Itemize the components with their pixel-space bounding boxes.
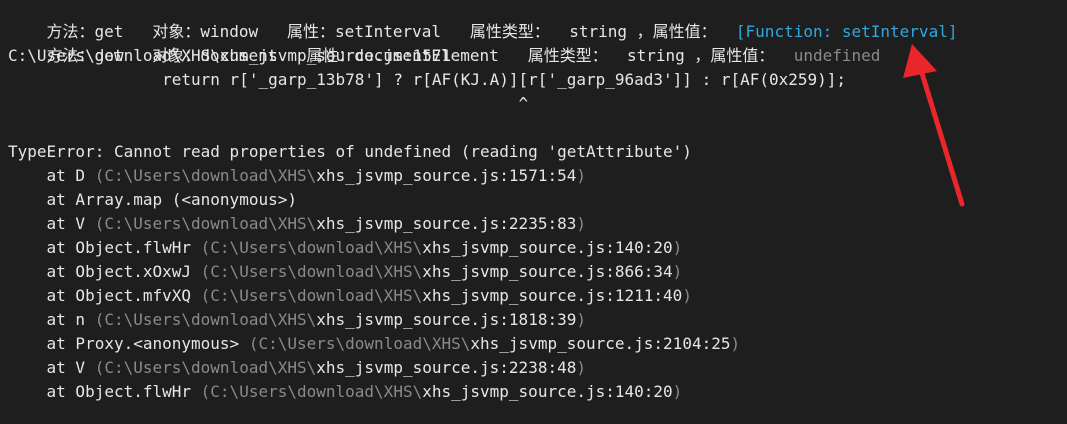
arrow-shaft [918, 67, 965, 207]
annotation-arrow-icon [903, 44, 965, 207]
arrow-head [903, 44, 937, 78]
